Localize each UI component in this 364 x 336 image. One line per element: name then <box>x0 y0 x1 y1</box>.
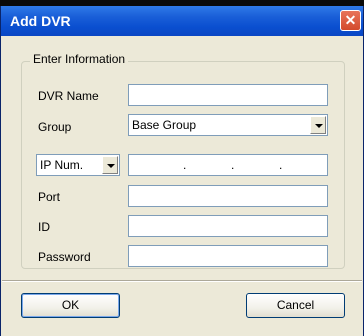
ip-type-selected-value: IP Num. <box>40 158 84 172</box>
dvr-name-input[interactable] <box>128 84 328 106</box>
ok-button[interactable]: OK <box>21 293 120 318</box>
group-select[interactable]: Base Group <box>128 114 328 136</box>
title-bar[interactable]: Add DVR ✕ <box>1 6 363 36</box>
close-button[interactable]: ✕ <box>340 10 361 31</box>
chevron-down-icon[interactable] <box>310 116 326 134</box>
password-input[interactable] <box>128 245 328 267</box>
add-dvr-dialog: Add DVR ✕ Enter Information DVR Name Gro… <box>0 6 364 336</box>
window-title: Add DVR <box>10 13 71 29</box>
ip-address-field[interactable]: . . . <box>128 154 328 176</box>
cancel-button[interactable]: Cancel <box>246 293 345 318</box>
groupbox-label: Enter Information <box>30 52 129 66</box>
id-input[interactable] <box>128 215 328 237</box>
group-label: Group <box>38 120 72 134</box>
group-selected-value: Base Group <box>132 118 197 132</box>
ip-type-select[interactable]: IP Num. <box>36 154 120 176</box>
chevron-down-icon[interactable] <box>102 156 118 174</box>
ip-dot: . <box>231 158 235 172</box>
close-icon: ✕ <box>344 12 357 28</box>
ip-dot: . <box>183 158 187 172</box>
id-label: ID <box>38 220 50 234</box>
port-input[interactable] <box>128 185 328 207</box>
divider <box>2 280 362 282</box>
password-label: Password <box>38 250 91 264</box>
ip-dot: . <box>279 158 283 172</box>
port-label: Port <box>38 190 61 204</box>
dvr-name-label: DVR Name <box>38 89 99 103</box>
